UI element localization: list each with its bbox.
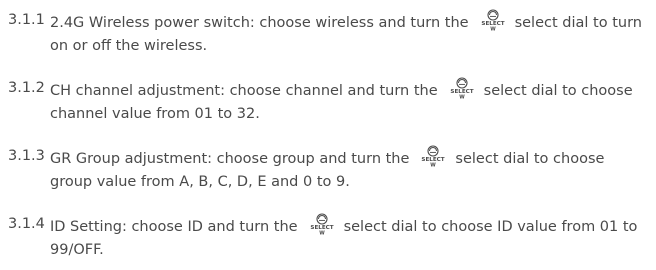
item-text-before: ID Setting: choose ID and turn the <box>50 219 298 235</box>
select-dial-icon: SELECT W <box>418 145 448 167</box>
dial-sublabel: W <box>431 163 437 168</box>
dial-sublabel: W <box>319 231 325 236</box>
select-dial-icon: SELECT W <box>307 213 337 235</box>
item-text: ID Setting: choose ID and turn the SELECT… <box>50 213 648 262</box>
item-number: 3.1.4 <box>8 216 45 232</box>
select-dial-icon: SELECT W <box>478 9 508 31</box>
select-dial-icon: SELECT W <box>447 77 477 99</box>
list-item: 3.1.4 ID Setting: choose ID and turn the… <box>8 213 648 262</box>
dial-sublabel: W <box>490 27 496 32</box>
dial-sublabel: W <box>459 95 465 100</box>
item-number: 3.1.3 <box>8 148 45 164</box>
item-text-before: 2.4G Wireless power switch: choose wirel… <box>50 15 469 31</box>
item-number: 3.1.2 <box>8 80 45 96</box>
item-text: 2.4G Wireless power switch: choose wirel… <box>50 9 648 58</box>
item-number: 3.1.1 <box>8 12 45 28</box>
item-text: GR Group adjustment: choose group and tu… <box>50 145 648 194</box>
list-item: 3.1.1 2.4G Wireless power switch: choose… <box>8 9 648 58</box>
list-item: 3.1.3 GR Group adjustment: choose group … <box>8 145 648 194</box>
item-text-before: CH channel adjustment: choose channel an… <box>50 83 438 99</box>
list-item: 3.1.2 CH channel adjustment: choose chan… <box>8 77 648 126</box>
item-text-before: GR Group adjustment: choose group and tu… <box>50 151 410 167</box>
manual-page: 3.1.1 2.4G Wireless power switch: choose… <box>0 0 656 270</box>
item-text: CH channel adjustment: choose channel an… <box>50 77 648 126</box>
